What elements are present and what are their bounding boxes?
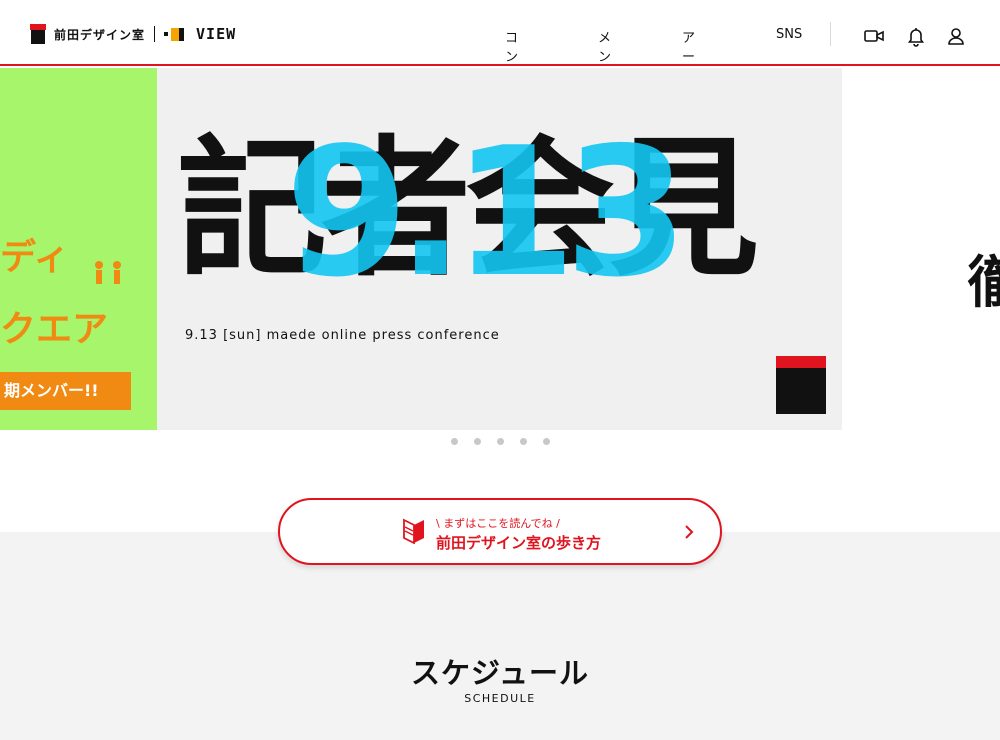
prev-slide-banner: 期メンバー!! [0, 372, 131, 410]
carousel-dot-5[interactable] [543, 438, 550, 445]
guide-title: 前田デザイン室の歩き方 [436, 534, 602, 552]
carousel-dot-4[interactable] [520, 438, 527, 445]
carousel-dots [0, 438, 1000, 446]
guide-button[interactable]: \ まずはここを読んでね / 前田デザイン室の歩き方 [278, 498, 722, 565]
schedule-subtitle: SCHEDULE [464, 692, 536, 705]
schedule-title: スケジュール [411, 656, 589, 690]
hero-date: 9.13 [285, 109, 688, 316]
beginner-mark-icon [403, 518, 425, 545]
carousel-slide-prev[interactable]: ディ クエア 期メンバー!! [0, 68, 157, 430]
user-icon[interactable] [945, 25, 967, 47]
carousel-dot-3[interactable] [497, 438, 504, 445]
view-pixel-icon [164, 27, 185, 41]
hero-carousel[interactable]: ディ クエア 期メンバー!! 記者会見 9.13 9.13 [sun] maed… [0, 68, 1000, 430]
people-icon [92, 260, 126, 292]
prev-slide-line1: ディ [0, 237, 70, 278]
video-camera-icon[interactable] [863, 25, 885, 47]
logo-text: 前田デザイン室 [54, 27, 146, 42]
house-logo-icon [776, 356, 826, 414]
site-logo[interactable]: 前田デザイン室 VIEW [30, 21, 236, 47]
bell-icon[interactable] [905, 25, 927, 47]
logo-view-text: VIEW [196, 25, 237, 43]
logo-separator [154, 26, 156, 42]
guide-kicker: \ まずはここを読んでね / [436, 517, 560, 530]
chevron-right-icon [682, 523, 696, 541]
hero-subtitle: 9.13 [sun] maede online press conference [185, 328, 500, 343]
carousel-dot-2[interactable] [474, 438, 481, 445]
carousel-dot-1[interactable] [451, 438, 458, 445]
nav-item-sns[interactable]: SNS [776, 27, 802, 42]
carousel-slide-next[interactable]: 徹 [842, 68, 1000, 430]
nav-divider [830, 22, 831, 46]
next-slide-glyph: 徹 [968, 250, 1000, 316]
logo-house-icon [30, 24, 46, 44]
carousel-slide-active[interactable]: 記者会見 9.13 9.13 [sun] maede online press … [157, 68, 842, 430]
site-header: 前田デザイン室 VIEW コンテンツ メンバー アーカイブ SNS [0, 0, 1000, 122]
prev-slide-line2: クエア [0, 309, 109, 350]
